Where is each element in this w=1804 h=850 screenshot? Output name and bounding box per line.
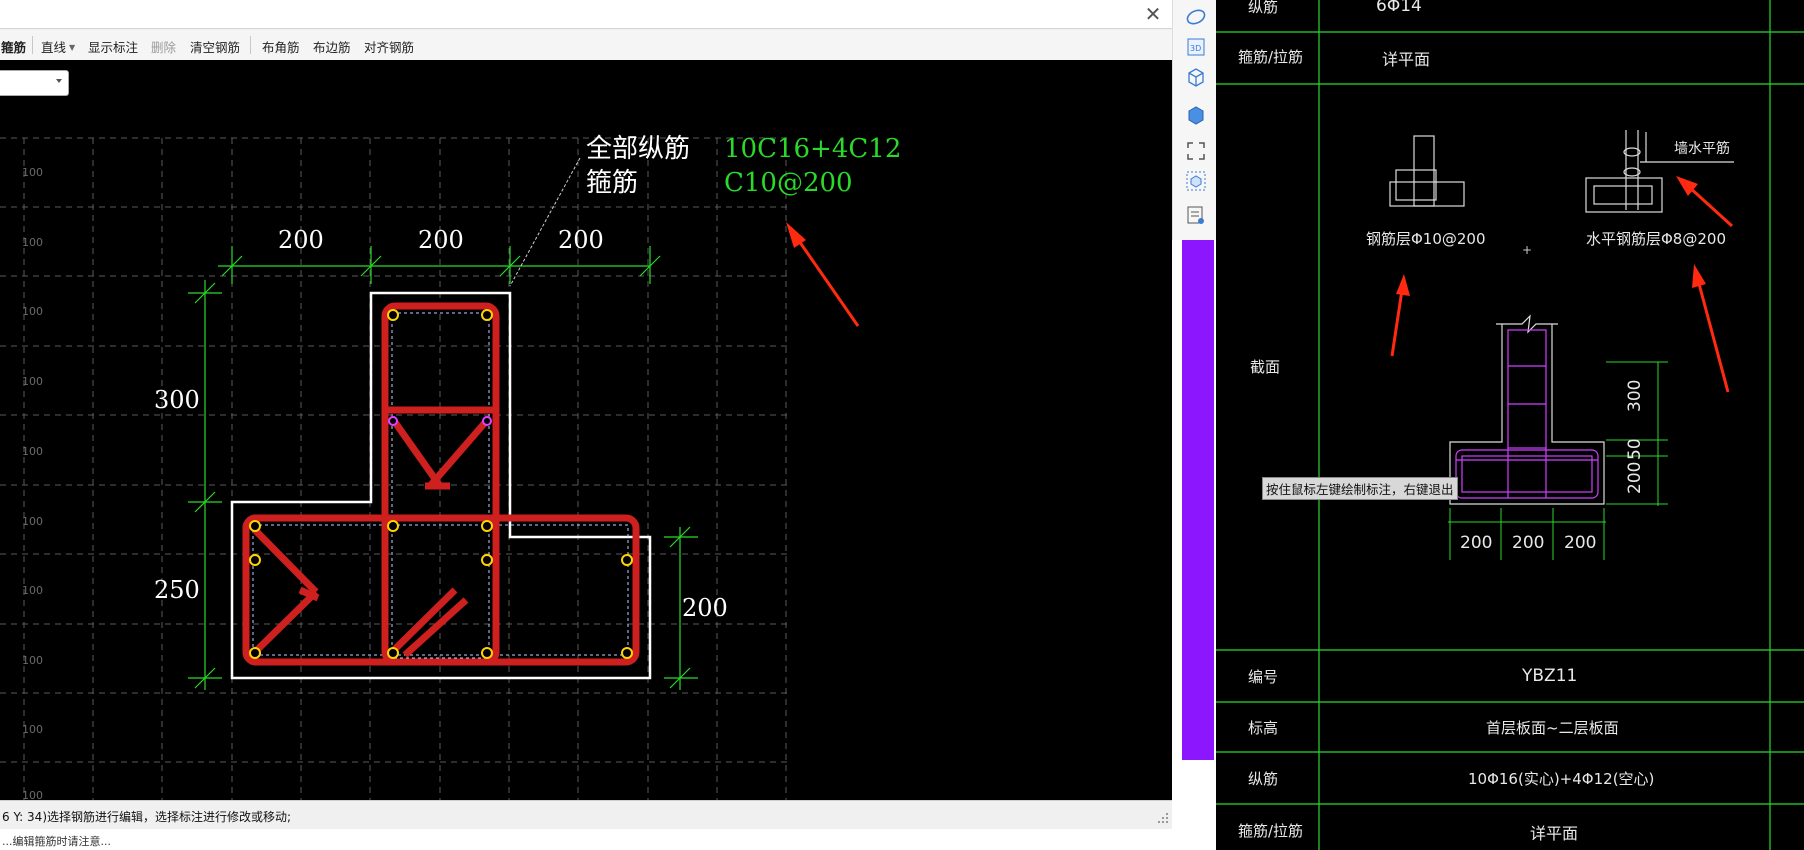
resize-grip-icon[interactable] xyxy=(1158,813,1168,823)
view-toolbar: 3D xyxy=(1172,0,1221,240)
row-label-longitudinal: 纵筋 xyxy=(1248,770,1279,788)
top-row-value: 6Φ14 xyxy=(1376,0,1422,16)
delete-button[interactable]: 删除 xyxy=(151,37,176,56)
grid-label: 100 xyxy=(22,584,43,597)
line-mode-label: 直线 xyxy=(41,40,67,55)
grid-label: 100 xyxy=(22,305,43,318)
section-dim-v-3: 200 xyxy=(1625,462,1645,494)
section-dim-v-2: 50 xyxy=(1625,438,1645,460)
cursor-tooltip: 按住鼠标左键绘制标注，右键退出 xyxy=(1262,477,1458,500)
toolbar-divider xyxy=(250,36,251,54)
grid-label: 100 xyxy=(22,236,43,249)
row-label-stirrup: 箍筋/拉筋 xyxy=(1238,822,1304,840)
grid-label: 100 xyxy=(22,445,43,458)
section-dim-h-3: 200 xyxy=(1564,533,1596,553)
layer-cube-icon[interactable] xyxy=(1185,170,1207,192)
row-label-elevation: 标高 xyxy=(1248,719,1279,737)
chevron-down-icon xyxy=(56,79,62,83)
section-rebar xyxy=(1455,329,1599,499)
left-detail-drawing xyxy=(1389,135,1465,207)
row-value-stirrup: 详平面 xyxy=(1530,824,1579,843)
left-detail-caption: 钢筋层Φ10@200 xyxy=(1366,230,1486,248)
place-corner-rebar-button[interactable]: 布角筋 xyxy=(262,37,300,56)
editor-toolbar: 箍筋 直线 ▼ 显示标注 删除 清空钢筋 布角筋 布边筋 对齐钢筋 xyxy=(0,30,1172,60)
stirrup-tool[interactable]: 箍筋 xyxy=(1,37,26,56)
section-editor-window: ✕ 箍筋 直线 ▼ 显示标注 删除 清空钢筋 布角筋 布边筋 对齐钢筋 100 … xyxy=(0,0,1172,850)
row-label-number: 编号 xyxy=(1248,668,1279,686)
leader-line xyxy=(509,157,581,287)
section-dim-v-1: 300 xyxy=(1625,380,1645,412)
crosshair-icon: + xyxy=(1522,243,1532,257)
grid xyxy=(0,137,790,800)
section-label: 截面 xyxy=(1250,358,1281,376)
command-line-text: ...编辑箍筋时请注意... xyxy=(2,835,111,848)
stirrup-label: 箍筋 xyxy=(586,168,638,198)
section-outline xyxy=(1449,314,1605,505)
line-mode-dropdown[interactable]: 直线 ▼ xyxy=(41,37,75,56)
right-detail-caption: 水平钢筋层Φ8@200 xyxy=(1586,230,1726,248)
row-value-longitudinal: 10Φ16(实心)+4Φ12(空心) xyxy=(1468,770,1655,788)
drawing-canvas[interactable]: 100 100 100 100 100 100 100 100 100 100 xyxy=(0,60,1172,800)
wall-rebar-label: 墙水平筋 xyxy=(1674,141,1730,157)
chevron-down-icon: ▼ xyxy=(69,43,76,52)
annotation-arrow xyxy=(786,222,860,327)
dim-top-2[interactable]: 200 xyxy=(418,226,464,254)
svg-text:3D: 3D xyxy=(1190,44,1201,53)
3d-view-icon[interactable]: 3D xyxy=(1185,36,1207,58)
stirrup-value[interactable]: C10@200 xyxy=(724,168,853,198)
grid-label: 100 xyxy=(22,375,43,388)
dim-left-1[interactable]: 300 xyxy=(154,386,200,414)
toolbar-divider xyxy=(32,36,33,54)
properties-icon[interactable] xyxy=(1185,204,1207,226)
cube-filled-icon[interactable] xyxy=(1185,104,1207,126)
grid-label: 100 xyxy=(22,789,43,800)
annotation-arrows xyxy=(1390,176,1734,393)
section-drawing: 100 100 100 100 100 100 100 100 100 100 xyxy=(0,134,901,800)
ellipse-icon[interactable] xyxy=(1185,6,1207,28)
grid-label: 100 xyxy=(22,654,43,667)
fit-view-icon[interactable] xyxy=(1185,140,1207,162)
stirrup-row-value: 详平面 xyxy=(1382,50,1431,69)
section-dim-h-1: 200 xyxy=(1460,533,1492,553)
row-value-elevation: 首层板面~二层板面 xyxy=(1486,719,1619,737)
align-rebar-button[interactable]: 对齐钢筋 xyxy=(364,37,414,56)
total-rebar-value[interactable]: 10C16+4C12 xyxy=(724,134,901,164)
grid-label: 100 xyxy=(22,166,43,179)
dim-top-3[interactable]: 200 xyxy=(558,226,604,254)
status-bar: 6 Y: 34)选择钢筋进行编辑，选择标注进行修改或移动; xyxy=(0,800,1172,829)
total-rebar-label: 全部纵筋 xyxy=(586,134,690,164)
place-edge-rebar-button[interactable]: 布边筋 xyxy=(313,37,351,56)
grid-label: 100 xyxy=(22,515,43,528)
section-dim-h-2: 200 xyxy=(1512,533,1544,553)
cad-drawing-table[interactable]: 300 50 200 200 200 200 + 6Φ14 纵筋 箍筋/拉筋 详… xyxy=(1216,0,1804,850)
row-value-number: YBZ11 xyxy=(1522,666,1578,686)
show-dimensions-button[interactable]: 显示标注 xyxy=(88,37,138,56)
dim-left-2[interactable]: 250 xyxy=(154,576,200,604)
side-panel-tab[interactable] xyxy=(1182,240,1214,760)
dim-right[interactable]: 200 xyxy=(682,594,728,622)
cube-outline-icon[interactable] xyxy=(1185,66,1207,88)
close-button[interactable]: ✕ xyxy=(1140,2,1166,26)
stirrup-row-label: 箍筋/拉筋 xyxy=(1238,48,1304,66)
command-line-strip: ...编辑箍筋时请注意... xyxy=(0,829,1215,850)
clear-rebar-button[interactable]: 清空钢筋 xyxy=(190,37,240,56)
top-row-label: 纵筋 xyxy=(1248,0,1279,16)
status-message: 6 Y: 34)选择钢筋进行编辑，选择标注进行修改或移动; xyxy=(2,810,292,824)
title-bar: ✕ xyxy=(0,0,1172,29)
grid-label: 100 xyxy=(22,723,43,736)
layer-select[interactable] xyxy=(0,70,69,96)
dim-top-1[interactable]: 200 xyxy=(278,226,324,254)
